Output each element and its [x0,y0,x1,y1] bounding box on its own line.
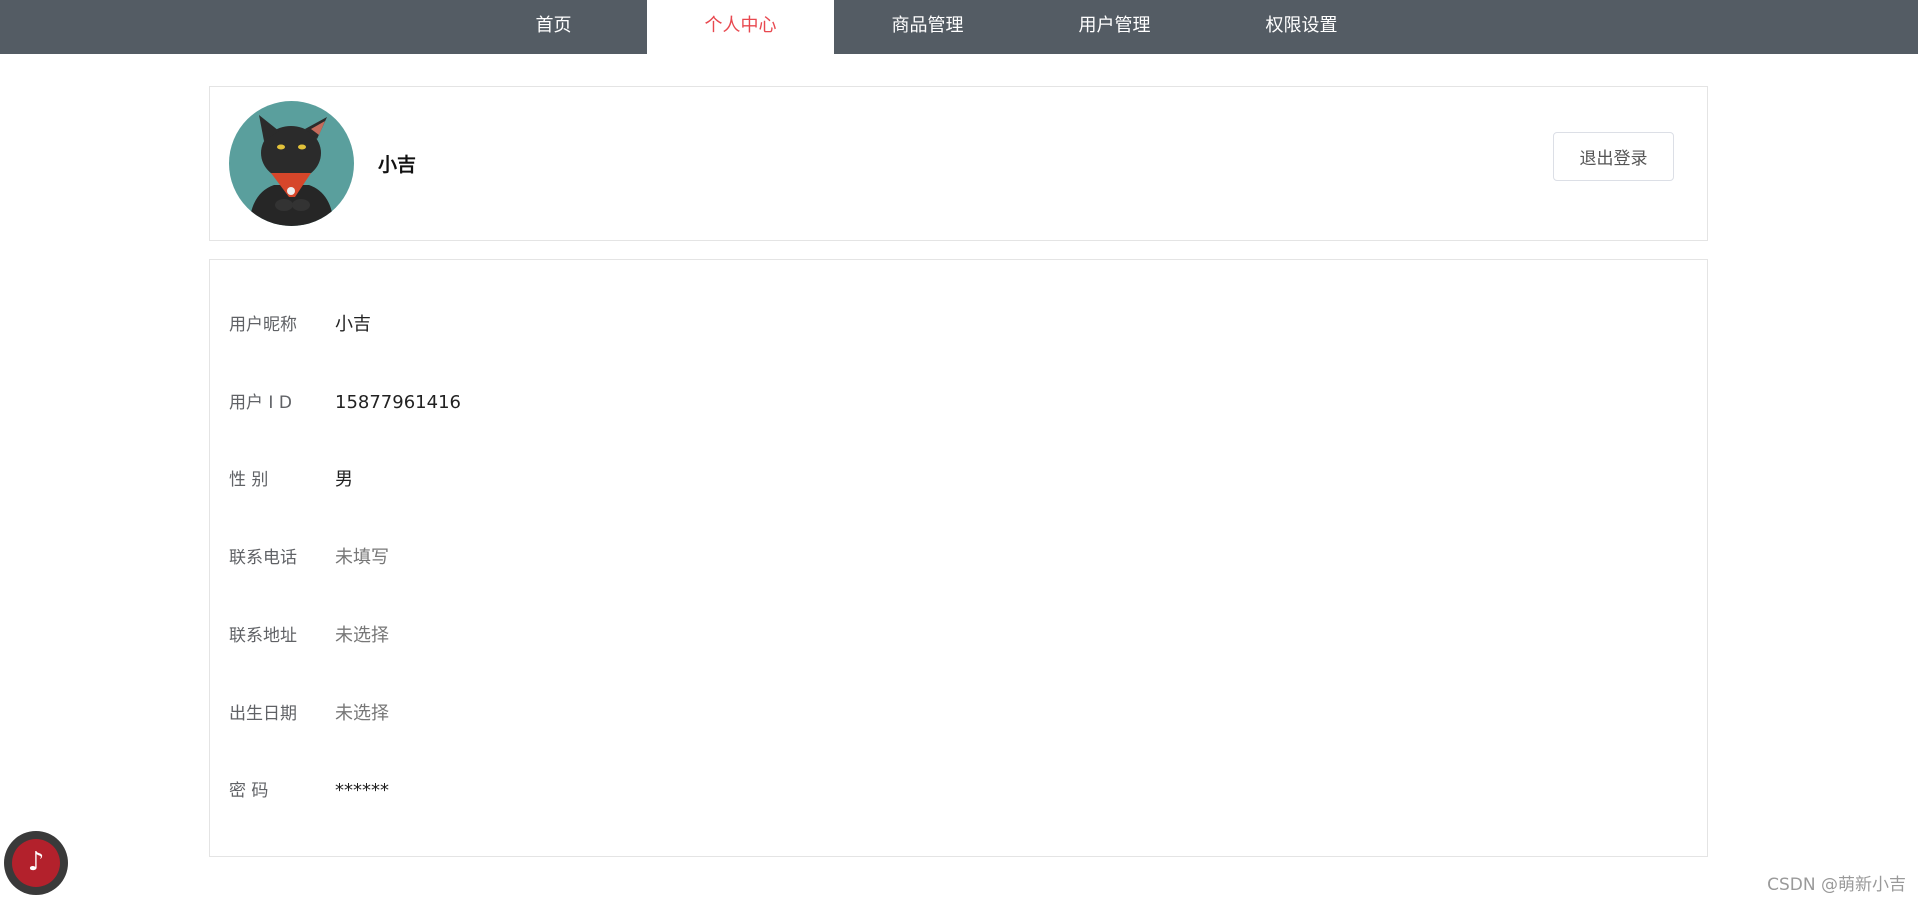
nav-item-product-management[interactable]: 商品管理 [834,0,1021,54]
info-label: 性 别 [229,470,269,490]
user-info-card: 用户昵称 小吉 用户 I D 15877961416 性 别 男 联系电话 未填… [209,259,1708,857]
info-label: 出生日期 [229,704,297,724]
info-value: ****** [335,780,389,801]
nav-item-user-management[interactable]: 用户管理 [1021,0,1208,54]
info-label: 密 码 [229,781,269,801]
music-note-icon: ♪ [12,839,60,887]
info-row-password: 密 码 ****** [229,776,1629,806]
info-label: 联系电话 [229,548,297,568]
avatar [229,101,354,226]
top-nav: 首页 个人中心 商品管理 用户管理 权限设置 [0,0,1918,54]
info-row-birthday: 出生日期 未选择 [229,699,1629,729]
info-row-address: 联系地址 未选择 [229,621,1629,651]
info-value: 15877961416 [335,392,461,413]
info-value[interactable]: 未填写 [335,543,389,573]
info-value[interactable]: 未选择 [335,621,389,651]
profile-card: 小吉 退出登录 [209,86,1708,241]
logout-button[interactable]: 退出登录 [1553,132,1674,181]
info-label: 用户 I D [229,393,292,413]
nav-item-home[interactable]: 首页 [460,0,647,54]
info-row-gender: 性 别 男 [229,465,1629,495]
profile-name: 小吉 [378,154,417,176]
info-value: 小吉 [335,314,371,335]
info-value[interactable]: 未选择 [335,699,389,729]
music-player-button[interactable]: ♪ [4,831,68,895]
black-cat-avatar-icon [229,101,354,226]
info-label: 用户昵称 [229,315,297,335]
info-value: 男 [335,469,353,490]
nav-item-personal-center[interactable]: 个人中心 [647,0,834,54]
info-label: 联系地址 [229,626,297,646]
info-row-phone: 联系电话 未填写 [229,543,1629,573]
info-row-nickname: 用户昵称 小吉 [229,310,1629,340]
watermark: CSDN @萌新小吉 [1767,875,1906,895]
info-row-user-id: 用户 I D 15877961416 [229,388,1629,418]
nav-item-permission-settings[interactable]: 权限设置 [1208,0,1395,54]
